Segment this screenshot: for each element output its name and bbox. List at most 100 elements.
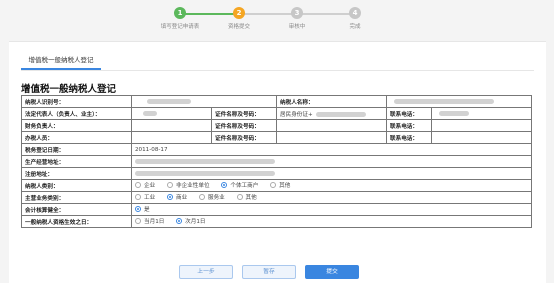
radio-option[interactable]: 服务业 [198, 193, 225, 201]
redacted-text [135, 170, 275, 176]
id-doc-type: 居民身份证+ [280, 111, 313, 118]
legal-id-doc-label: 证件名称及号码： [211, 107, 277, 120]
finance-head-value [131, 119, 212, 132]
radio-option[interactable]: 其他 [270, 181, 290, 189]
main-business-label: 主营业务类别： [21, 191, 132, 204]
step-3-indicator: 3 [291, 7, 303, 19]
radio-icon [135, 218, 141, 224]
radio-label: 当月1日 [144, 219, 165, 225]
taxpayer-id-value [131, 95, 277, 108]
radio-selected-icon [221, 182, 228, 188]
radio-option[interactable]: 个体工商户 [221, 181, 258, 189]
radio-selected-icon [166, 194, 173, 200]
table-row: 主营业务类别： 工业 商业 服务业 其他 [21, 191, 532, 204]
radio-label: 商业 [175, 195, 188, 201]
submit-button[interactable]: 提交 [305, 265, 359, 279]
radio-selected-icon [135, 206, 141, 212]
radio-icon [135, 182, 141, 188]
radio-label: 次月1日 [185, 219, 206, 225]
legal-phone-label: 联系电话： [386, 107, 432, 120]
table-row: 税务登记日期： 2011-08-17 [21, 143, 532, 156]
radio-icon [236, 194, 243, 200]
radio-label: 非企业性单位 [175, 183, 210, 189]
finance-id-doc-value [276, 119, 387, 132]
table-row: 纳税人类别： 企业 非企业性单位 个体工商户 其他 [21, 179, 532, 192]
redacted-text [394, 98, 494, 104]
biz-address-value [131, 155, 532, 168]
radio-option[interactable]: 其他 [236, 193, 257, 201]
radio-label: 个体工商户 [230, 183, 259, 189]
table-row: 注册地址： [21, 167, 532, 180]
radio-icon [198, 194, 205, 200]
radio-option[interactable]: 商业 [166, 193, 188, 201]
taxpayer-type-radio-group: 企业 非企业性单位 个体工商户 其他 [131, 179, 532, 192]
legal-phone-value [431, 107, 532, 120]
radio-option[interactable]: 是 [135, 205, 150, 213]
accounting-radio-group: 是 [131, 203, 532, 216]
officer-phone-value [431, 131, 532, 144]
radio-label: 其他 [245, 195, 257, 201]
table-row: 办税人员： 证件名称及号码： 联系电话： [21, 131, 532, 144]
radio-option[interactable]: 工业 [135, 193, 155, 201]
page-title: 增值税一般纳税人登记 [21, 84, 117, 95]
officer-phone-label: 联系电话： [386, 131, 432, 144]
finance-phone-label: 联系电话： [386, 119, 432, 132]
effective-date-label: 一般纳税人资格生效之日： [21, 215, 132, 228]
officer-id-doc-value [276, 131, 387, 144]
tax-officer-value [131, 131, 212, 144]
redacted-text [147, 98, 191, 104]
effective-date-radio-group: 当月1日 次月1日 [131, 215, 532, 228]
radio-label: 其他 [279, 183, 291, 189]
radio-option[interactable]: 企业 [135, 181, 155, 189]
step-4-indicator: 4 [349, 7, 361, 19]
taxpayer-type-label: 纳税人类别： [21, 179, 132, 192]
table-row: 生产经营地址： [21, 155, 532, 168]
redacted-text [439, 110, 469, 116]
officer-id-doc-label: 证件名称及号码： [211, 131, 277, 144]
reg-date-value: 2011-08-17 [131, 143, 532, 156]
finance-phone-value [431, 119, 532, 132]
step-2-indicator: 2 [233, 7, 245, 19]
action-bar: 上一步 暂存 提交 [9, 265, 546, 279]
radio-icon [135, 194, 141, 200]
table-row: 财务负责人： 证件名称及号码： 联系电话： [21, 119, 532, 132]
finance-id-doc-label: 证件名称及号码： [211, 119, 277, 132]
radio-icon [166, 182, 173, 188]
registration-form-table: 纳税人识别号： 纳税人名称： 法定代表人（负责人、业主）： 证件名称及号码： 居… [21, 95, 532, 228]
radio-label: 服务业 [207, 195, 225, 201]
save-draft-button[interactable]: 暂存 [242, 265, 296, 279]
table-row: 法定代表人（负责人、业主）： 证件名称及号码： 居民身份证+ 联系电话： [21, 107, 532, 120]
main-business-radio-group: 工业 商业 服务业 其他 [131, 191, 532, 204]
radio-icon [270, 182, 277, 188]
accounting-sound-label: 会计核算健全： [21, 203, 132, 216]
redacted-text [315, 111, 366, 117]
radio-label: 工业 [144, 195, 156, 201]
radio-option[interactable]: 非企业性单位 [166, 181, 210, 189]
legal-rep-value [131, 107, 212, 120]
table-row: 一般纳税人资格生效之日： 当月1日 次月1日 [21, 215, 532, 228]
taxpayer-name-label: 纳税人名称： [276, 95, 387, 108]
reg-date-label: 税务登记日期： [21, 143, 132, 156]
radio-selected-icon [176, 218, 183, 224]
legal-id-doc-value: 居民身份证+ [276, 107, 387, 120]
tab-general-taxpayer-registration[interactable]: 增值税一般纳税人登记 [21, 54, 101, 70]
step-4-label: 完成 [349, 24, 361, 30]
taxpayer-name-value [386, 95, 532, 108]
table-row: 会计核算健全： 是 [21, 203, 532, 216]
progress-stepper: 1 填写登记申请表 2 资格提交 3 审核中 4 完成 [0, 0, 554, 34]
legal-rep-label: 法定代表人（负责人、业主）： [21, 107, 132, 120]
reg-address-value [131, 167, 532, 180]
step-1-indicator: 1 [174, 7, 186, 19]
form-card: 增值税一般纳税人登记 增值税一般纳税人登记 纳税人识别号： 纳税人名称： 法定代… [9, 41, 546, 283]
redacted-text [135, 158, 275, 164]
tab-divider [21, 70, 534, 71]
radio-label: 是 [144, 207, 150, 213]
table-row: 纳税人识别号： 纳税人名称： [21, 95, 532, 108]
redacted-text [143, 110, 157, 116]
biz-address-label: 生产经营地址： [21, 155, 132, 168]
reg-address-label: 注册地址： [21, 167, 132, 180]
radio-option[interactable]: 当月1日 [135, 217, 164, 225]
prev-step-button[interactable]: 上一步 [179, 265, 233, 279]
step-4: 4 完成 [320, 7, 390, 30]
radio-option[interactable]: 次月1日 [176, 217, 205, 225]
